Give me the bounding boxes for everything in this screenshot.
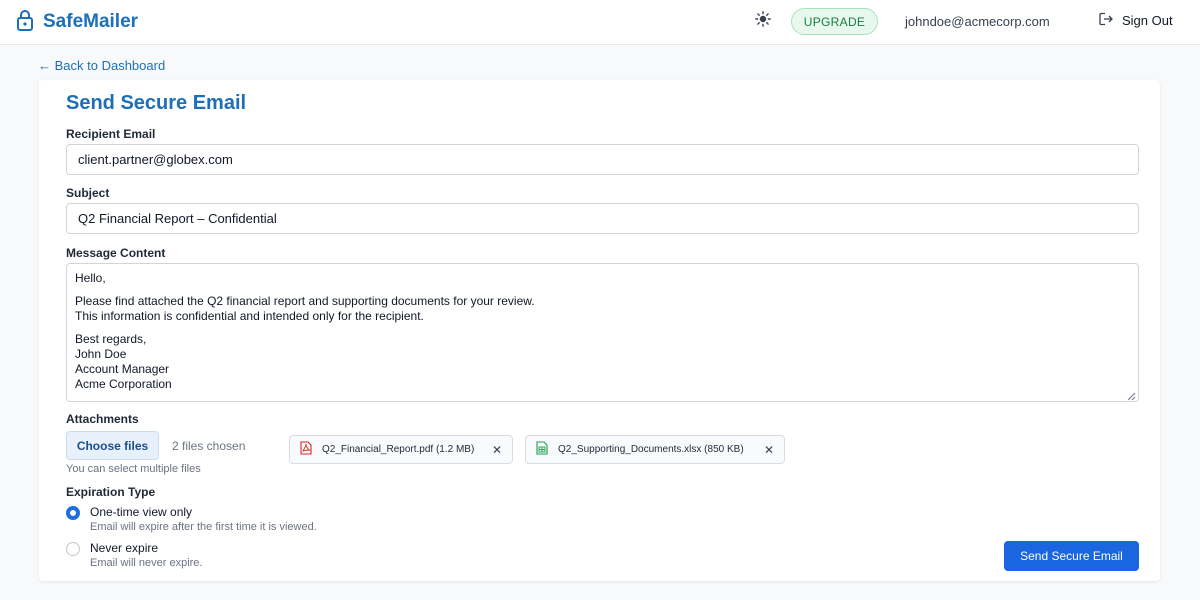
brand[interactable]: SafeMailer xyxy=(16,9,139,36)
attachments-label: Attachments xyxy=(66,412,139,426)
recipient-email-input[interactable] xyxy=(66,144,1139,175)
theme-toggle-button[interactable] xyxy=(753,10,773,32)
message-label: Message Content xyxy=(66,246,166,260)
attachments-hint: You can select multiple files xyxy=(66,463,201,475)
sign-out-button[interactable]: Sign Out xyxy=(1099,12,1173,29)
expiration-label: Expiration Type xyxy=(66,485,156,499)
spreadsheet-file-icon xyxy=(536,441,548,458)
option-description: Email will expire after the first time i… xyxy=(90,521,317,533)
pdf-file-icon xyxy=(300,441,312,458)
sign-out-icon xyxy=(1099,12,1113,29)
radio-button-checked[interactable] xyxy=(66,506,80,520)
user-email: johndoe@acmecorp.com xyxy=(905,14,1050,29)
attachment-chip: Q2_Supporting_Documents.xlsx (850 KB) ✕ xyxy=(525,435,785,464)
files-chosen-text: 2 files chosen xyxy=(172,439,246,453)
option-description: Email will never expire. xyxy=(90,557,203,569)
remove-attachment-close-icon[interactable]: ✕ xyxy=(491,444,503,456)
brand-name: SafeMailer xyxy=(43,11,139,32)
attachment-filename: Q2_Supporting_Documents.xlsx (850 KB) xyxy=(558,444,744,455)
message-textarea[interactable]: Hello, Please find attached the Q2 finan… xyxy=(66,263,1139,402)
message-signature-title: Account Manager xyxy=(75,362,170,376)
message-signature-company: Acme Corporation xyxy=(75,377,172,391)
message-line-1: Please find attached the Q2 financial re… xyxy=(75,294,535,308)
choose-files-button[interactable]: Choose files xyxy=(66,431,159,460)
upgrade-button[interactable]: UPGRADE xyxy=(791,8,878,35)
expiration-option-never[interactable]: Never expire Email will never expire. xyxy=(66,541,202,569)
message-closing: Best regards, xyxy=(75,332,147,346)
send-secure-email-button[interactable]: Send Secure Email xyxy=(1004,541,1139,571)
page-title: Send Secure Email xyxy=(66,92,247,114)
back-to-dashboard-link[interactable]: ← Back to Dashboard xyxy=(38,58,165,73)
remove-attachment-close-icon[interactable]: ✕ xyxy=(763,444,775,456)
sun-icon xyxy=(755,10,771,32)
message-line-2: This information is confidential and int… xyxy=(75,309,424,323)
lock-icon xyxy=(16,9,34,36)
subject-input[interactable] xyxy=(66,203,1139,234)
message-signature-name: John Doe xyxy=(75,347,127,361)
resize-grip-icon[interactable] xyxy=(1127,390,1136,401)
attachment-filename: Q2_Financial_Report.pdf (1.2 MB) xyxy=(322,444,475,455)
attachment-chip: Q2_Financial_Report.pdf (1.2 MB) ✕ xyxy=(289,435,513,464)
option-title: One-time view only xyxy=(90,505,193,519)
sign-out-label: Sign Out xyxy=(1122,13,1173,28)
recipient-label: Recipient Email xyxy=(66,127,156,141)
message-greeting: Hello, xyxy=(75,271,106,285)
back-link-label: ← Back to Dashboard xyxy=(38,58,166,73)
subject-label: Subject xyxy=(66,186,110,200)
expiration-option-one-time[interactable]: One-time view only Email will expire aft… xyxy=(66,505,317,533)
radio-button[interactable] xyxy=(66,542,80,556)
top-header: SafeMailer UPGRADE johndoe@acmecorp.com xyxy=(0,0,1200,45)
option-title: Never expire xyxy=(90,541,159,555)
